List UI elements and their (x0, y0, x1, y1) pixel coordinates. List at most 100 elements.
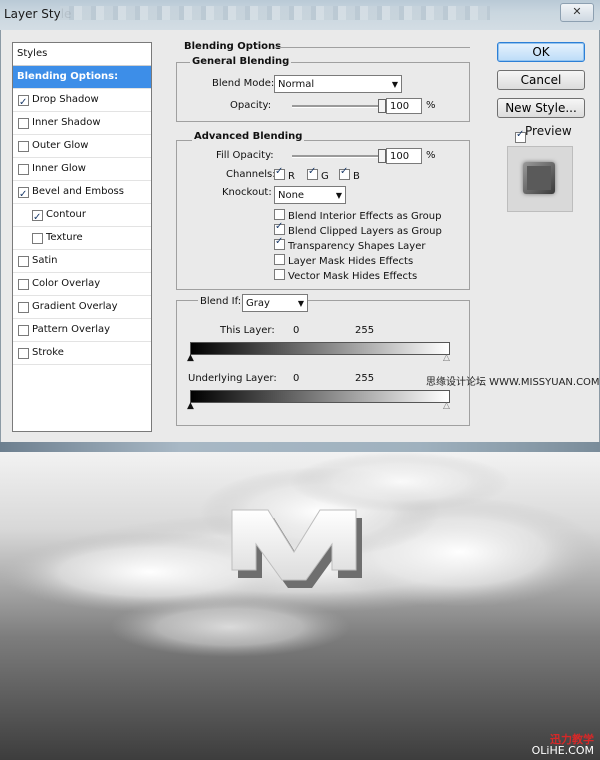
chevron-down-icon: ▼ (391, 80, 398, 89)
advanced-option-checkbox[interactable] (274, 236, 285, 250)
style-item[interactable]: Contour (13, 204, 151, 229)
channel-r-toggle[interactable]: R (274, 166, 295, 182)
underlying-layer-label: Underlying Layer: (188, 373, 277, 384)
blend-mode-value: Normal (278, 79, 315, 90)
style-checkbox[interactable] (32, 207, 43, 229)
style-item[interactable]: Stroke (13, 342, 151, 365)
style-checkbox[interactable] (18, 164, 29, 175)
cloud-upper (290, 452, 510, 512)
channel-b-toggle[interactable]: B (339, 166, 360, 182)
preview-toggle[interactable]: Preview (510, 124, 572, 143)
style-item[interactable]: Blending Options: Default (13, 66, 151, 104)
underlying-layer-low: 0 (293, 373, 300, 384)
credit-bottom: OLiHE.COM (531, 744, 594, 757)
opacity-slider-thumb[interactable] (378, 99, 386, 113)
style-item[interactable]: Bevel and Emboss (13, 181, 151, 206)
fill-opacity-slider[interactable] (292, 155, 382, 158)
fill-opacity-input[interactable]: 100 (386, 148, 422, 164)
cloud-bottom (110, 597, 350, 657)
advanced-option-label: Vector Mask Hides Effects (288, 271, 418, 282)
advanced-option-label: Blend Interior Effects as Group (288, 211, 442, 222)
advanced-blending-title: Advanced Blending (192, 131, 305, 142)
preview-thumbnail (507, 146, 573, 212)
advanced-option[interactable]: Transparency Shapes Layer (274, 236, 426, 252)
blending-options-panel: Blending Options General Blending Blend … (170, 41, 480, 430)
advanced-option-label: Blend Clipped Layers as Group (288, 226, 442, 237)
channel-g-toggle[interactable]: G (307, 166, 329, 182)
advanced-option[interactable]: Vector Mask Hides Effects (274, 268, 417, 282)
style-item[interactable]: Outer Glow (13, 135, 151, 158)
style-checkbox[interactable] (18, 325, 29, 336)
this-layer-label: This Layer: (220, 325, 275, 336)
this-layer-high: 255 (355, 325, 375, 336)
cloud-artwork (0, 452, 600, 657)
style-item-label: Texture (46, 232, 83, 243)
style-item-label: Satin (32, 255, 58, 266)
chevron-down-icon: ▼ (297, 299, 304, 308)
style-item[interactable]: Color Overlay (13, 273, 151, 296)
channel-r-checkbox[interactable] (274, 166, 285, 180)
blend-if-select[interactable]: Gray ▼ (242, 294, 308, 312)
opacity-input[interactable]: 100 (386, 98, 422, 114)
blurred-background-strip (60, 6, 490, 20)
advanced-option-checkbox[interactable] (274, 209, 285, 220)
new-style-button[interactable]: New Style... (497, 98, 585, 118)
opacity-slider[interactable] (292, 105, 382, 108)
channel-b-checkbox[interactable] (339, 166, 350, 180)
style-checkbox[interactable] (18, 118, 29, 129)
style-checkbox[interactable] (18, 302, 29, 313)
style-checkbox[interactable] (18, 279, 29, 290)
style-item[interactable]: Drop Shadow (13, 89, 151, 114)
this-layer-gradient (190, 342, 450, 355)
channels-label: Channels: (226, 169, 276, 180)
channel-g-checkbox[interactable] (307, 166, 318, 180)
style-item[interactable]: Pattern Overlay (13, 319, 151, 342)
window-bottom-border (0, 442, 600, 452)
style-item-label: Inner Shadow (32, 117, 101, 128)
advanced-option-checkbox[interactable] (274, 254, 285, 265)
style-checkbox[interactable] (18, 184, 29, 206)
styles-panel: Styles Blending Options: DefaultDrop Sha… (12, 42, 152, 432)
advanced-option-checkbox[interactable] (274, 269, 285, 280)
style-item-label: Gradient Overlay (32, 301, 118, 312)
this-layer-white-slider-icon[interactable]: △ (443, 354, 450, 363)
blend-mode-label: Blend Mode: (212, 78, 275, 89)
blend-if-group (176, 300, 470, 426)
ok-button[interactable]: OK (497, 42, 585, 62)
style-checkbox[interactable] (18, 141, 29, 152)
style-item[interactable]: Satin (13, 250, 151, 273)
style-item[interactable]: Gradient Overlay (13, 296, 151, 319)
close-button[interactable]: ✕ (560, 3, 594, 22)
opacity-label: Opacity: (230, 100, 272, 111)
advanced-option[interactable]: Blend Interior Effects as Group (274, 208, 441, 222)
style-item-label: Bevel and Emboss (32, 186, 124, 197)
cancel-button[interactable]: Cancel (497, 70, 585, 90)
style-item[interactable]: Texture (13, 227, 151, 250)
blend-mode-select[interactable]: Normal ▼ (274, 75, 402, 93)
style-checkbox[interactable] (18, 256, 29, 267)
style-item[interactable]: Inner Glow (13, 158, 151, 181)
advanced-option-label: Transparency Shapes Layer (288, 241, 426, 252)
style-item[interactable]: Inner Shadow (13, 112, 151, 135)
fill-opacity-slider-thumb[interactable] (378, 149, 386, 163)
channel-g-label: G (321, 171, 329, 182)
preview-checkbox[interactable] (515, 129, 526, 143)
advanced-option[interactable]: Blend Clipped Layers as Group (274, 221, 442, 237)
style-item-label: Contour (46, 209, 86, 220)
style-checkbox[interactable] (18, 348, 29, 359)
style-checkbox[interactable] (18, 92, 29, 114)
underlying-white-slider-icon[interactable]: △ (443, 402, 450, 411)
chevron-down-icon: ▼ (335, 191, 342, 200)
blending-options-title: Blending Options (184, 41, 282, 52)
knockout-value: None (278, 190, 305, 201)
knockout-select[interactable]: None ▼ (274, 186, 346, 204)
advanced-option[interactable]: Layer Mask Hides Effects (274, 253, 413, 267)
advanced-option-checkbox[interactable] (274, 221, 285, 235)
opacity-unit: % (426, 100, 436, 111)
underlying-black-slider-icon[interactable]: ▲ (187, 402, 194, 411)
advanced-option-label: Layer Mask Hides Effects (288, 256, 414, 267)
styles-header[interactable]: Styles (13, 43, 151, 66)
this-layer-black-slider-icon[interactable]: ▲ (187, 354, 194, 363)
watermark-text: 思缘设计论坛 WWW.MISSYUAN.COM (426, 377, 600, 388)
style-checkbox[interactable] (32, 233, 43, 244)
